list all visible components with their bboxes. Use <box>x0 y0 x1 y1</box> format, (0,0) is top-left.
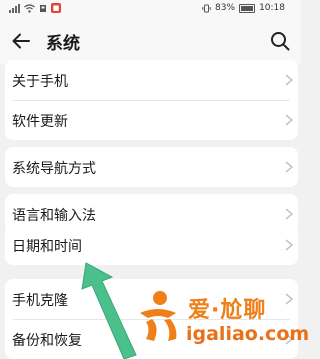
signal-icon <box>9 3 20 13</box>
search-icon[interactable] <box>269 30 291 52</box>
watermark-logo-icon <box>140 291 177 341</box>
notification-icon <box>40 4 46 12</box>
settings-item-label: 手机克隆 <box>12 293 68 309</box>
settings-group-about: 关于手机 软件更新 <box>5 60 298 140</box>
settings-item-software-update[interactable]: 软件更新 <box>5 100 298 140</box>
status-indicators: ■ <box>9 3 61 13</box>
settings-item-label: 关于手机 <box>12 74 68 90</box>
back-arrow-icon[interactable] <box>10 30 32 52</box>
chevron-right-icon <box>285 208 294 220</box>
chevron-right-icon <box>285 74 294 86</box>
watermark: 爱·尬聊 igaliao.com <box>132 287 309 359</box>
settings-group-navigation: 系统导航方式 <box>5 147 298 187</box>
settings-item-label: 系统导航方式 <box>12 161 96 177</box>
watermark-url: igaliao.com <box>186 323 310 345</box>
settings-item-navigation-mode[interactable]: 系统导航方式 <box>5 147 298 187</box>
annotation-arrow-icon <box>81 262 137 359</box>
chevron-right-icon <box>285 161 294 173</box>
app-badge-icon: ■ <box>51 3 61 13</box>
page-title: 系统 <box>46 34 80 54</box>
settings-item-label: 软件更新 <box>12 114 68 130</box>
settings-item-date-time[interactable]: 日期和时间 <box>5 225 298 265</box>
app-header: 系统 <box>0 18 301 64</box>
clock: 10:18 <box>259 3 285 13</box>
chevron-right-icon <box>285 114 294 126</box>
settings-item-about-phone[interactable]: 关于手机 <box>5 60 298 100</box>
battery-percent: 83% <box>215 3 236 13</box>
settings-group-datetime: 日期和时间 <box>5 225 298 265</box>
settings-item-label: 语言和输入法 <box>12 208 96 224</box>
wifi-icon <box>24 3 35 13</box>
settings-item-label: 备份和恢复 <box>12 333 82 349</box>
vibrate-icon <box>202 4 211 12</box>
chevron-right-icon <box>285 239 294 251</box>
battery-icon <box>239 3 256 13</box>
status-bar: ■ 83% 10:18 <box>0 0 301 18</box>
settings-item-label: 日期和时间 <box>12 239 82 255</box>
watermark-title: 爱·尬聊 <box>188 298 267 323</box>
status-right: 83% 10:18 <box>202 3 285 13</box>
